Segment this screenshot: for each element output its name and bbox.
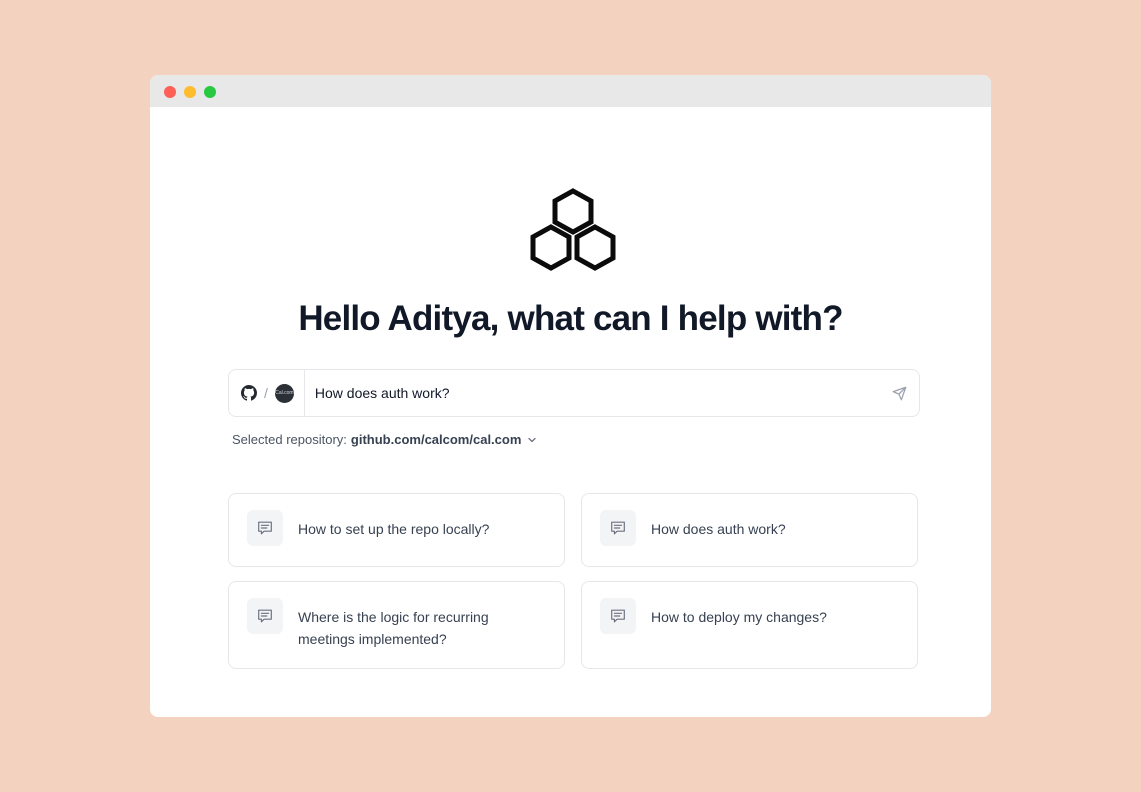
- suggestion-card[interactable]: How to deploy my changes?: [581, 581, 918, 669]
- suggestion-text: How to deploy my changes?: [651, 609, 827, 625]
- github-icon: [241, 385, 257, 401]
- chat-bubble-icon: [247, 598, 283, 634]
- send-button[interactable]: [879, 370, 919, 416]
- selected-repo-dropdown[interactable]: Selected repository: github.com/calcom/c…: [232, 432, 537, 447]
- suggestion-text: Where is the logic for recurring meeting…: [298, 609, 489, 647]
- suggestion-text: How to set up the repo locally?: [298, 521, 490, 537]
- suggestion-card[interactable]: How does auth work?: [581, 493, 918, 567]
- org-avatar: Cal.com: [274, 383, 294, 403]
- search-bar: / Cal.com: [228, 369, 920, 417]
- chat-bubble-icon: [247, 510, 283, 546]
- search-input[interactable]: [304, 385, 879, 401]
- suggestion-card[interactable]: How to set up the repo locally?: [228, 493, 565, 567]
- chevron-down-icon: [528, 437, 537, 442]
- page-title: Hello Aditya, what can I help with?: [298, 299, 843, 338]
- maximize-window-button[interactable]: [204, 86, 216, 98]
- chat-bubble-icon: [600, 598, 636, 634]
- app-window: Hello Aditya, what can I help with? / Ca…: [150, 75, 991, 717]
- suggestion-text: How does auth work?: [651, 521, 786, 537]
- chat-bubble-icon: [600, 510, 636, 546]
- repo-separator: /: [264, 385, 268, 401]
- send-icon: [892, 386, 906, 400]
- repo-picker-button[interactable]: / Cal.com: [229, 370, 305, 416]
- title-bar: [150, 75, 991, 107]
- close-window-button[interactable]: [164, 86, 176, 98]
- selected-repo-label: Selected repository:: [232, 432, 347, 447]
- suggestion-card[interactable]: Where is the logic for recurring meeting…: [228, 581, 565, 669]
- minimize-window-button[interactable]: [184, 86, 196, 98]
- hexagon-cluster-logo: [530, 188, 616, 271]
- selected-repo-name: github.com/calcom/cal.com: [350, 432, 522, 447]
